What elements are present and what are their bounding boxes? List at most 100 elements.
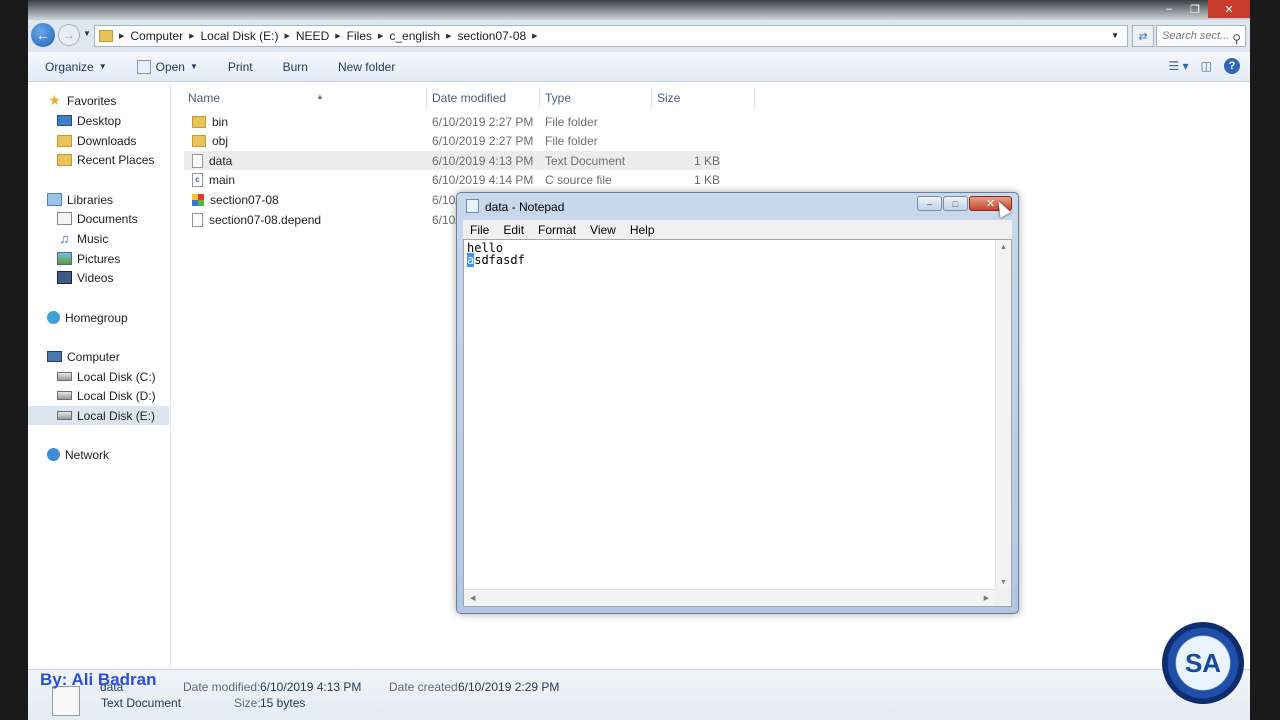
chevron-right-icon[interactable]: ▶ <box>335 32 340 40</box>
scroll-down-icon[interactable]: ▼ <box>1000 579 1007 586</box>
details-date-modified-label: Date modified: <box>183 680 261 694</box>
music-icon: ♫ <box>59 231 70 246</box>
organize-label: Organize <box>45 59 94 74</box>
nav-recent-places[interactable]: Recent Places <box>28 150 169 169</box>
new-folder-button[interactable]: New folder <box>338 60 395 74</box>
breadcrumb-computer[interactable]: Computer <box>130 29 183 43</box>
vertical-scrollbar[interactable]: ▲ ▼ <box>995 240 1011 590</box>
table-row[interactable]: bin 6/10/2019 2:27 PM File folder <box>184 112 720 131</box>
nav-libraries[interactable]: Libraries <box>28 190 169 209</box>
nav-homegroup[interactable]: Homegroup <box>28 308 169 327</box>
notepad-text-area[interactable]: hello asdfasdf ▲ ▼ ◀ ▶ <box>463 239 1012 607</box>
nav-local-disk-e[interactable]: Local Disk (E:) <box>28 406 169 425</box>
column-divider[interactable] <box>539 87 540 109</box>
chevron-right-icon[interactable]: ▶ <box>189 32 194 40</box>
column-header-date[interactable]: Date modified <box>432 87 542 109</box>
menu-help[interactable]: Help <box>630 223 655 237</box>
chevron-right-icon[interactable]: ▶ <box>378 32 383 40</box>
chevron-right-icon[interactable]: ▶ <box>446 32 451 40</box>
file-date: 6/10/ <box>432 212 459 227</box>
column-header-size[interactable]: Size <box>657 87 717 109</box>
minimize-icon[interactable]: – <box>1156 0 1182 18</box>
column-divider[interactable] <box>426 87 427 109</box>
details-date-created: 6/10/2019 2:29 PM <box>458 680 560 694</box>
forward-arrow-icon[interactable]: → <box>58 24 80 46</box>
breadcrumb-need[interactable]: NEED <box>296 29 329 43</box>
preview-pane-icon[interactable]: ◫ <box>1201 59 1212 73</box>
history-dropdown-icon[interactable]: ▼ <box>83 29 91 38</box>
open-button[interactable]: Open ▼ <box>136 59 198 74</box>
nav-local-disk-c[interactable]: Local Disk (C:) <box>28 367 169 386</box>
menu-format[interactable]: Format <box>538 223 576 237</box>
table-row[interactable]: data 6/10/2019 4:13 PM Text Document 1 K… <box>184 151 720 170</box>
file-name-cell: obj <box>192 134 228 148</box>
nav-label: Videos <box>77 270 114 285</box>
folder-icon <box>192 115 206 128</box>
chevron-down-icon: ▼ <box>98 62 107 71</box>
menu-edit[interactable]: Edit <box>503 223 524 237</box>
scroll-up-icon[interactable]: ▲ <box>1000 244 1007 251</box>
address-bar[interactable]: ▶ Computer ▶ Local Disk (E:) ▶ NEED ▶ Fi… <box>94 25 1128 47</box>
nav-music[interactable]: ♫ Music <box>28 229 169 248</box>
nav-documents[interactable]: Documents <box>28 209 169 228</box>
nav-label: Network <box>65 447 110 462</box>
help-icon[interactable]: ? <box>1224 58 1240 74</box>
minimize-icon[interactable]: – <box>917 196 942 211</box>
column-divider[interactable] <box>651 87 652 109</box>
refresh-icon[interactable]: ⇄ <box>1132 25 1154 47</box>
burn-button[interactable]: Burn <box>283 60 308 74</box>
menu-file[interactable]: File <box>470 223 489 237</box>
search-icon[interactable]: ⚲ <box>1232 29 1241 49</box>
homegroup-icon <box>47 311 60 324</box>
breadcrumb-local-disk-e[interactable]: Local Disk (E:) <box>200 29 278 43</box>
nav-videos[interactable]: Videos <box>28 268 169 287</box>
view-options-icon[interactable]: ☰ ▾ <box>1169 59 1189 73</box>
channel-logo-icon: SA <box>1162 622 1244 704</box>
text-file-icon <box>192 153 203 168</box>
nav-pictures[interactable]: Pictures <box>28 249 169 268</box>
table-row[interactable]: c main 6/10/2019 4:14 PM C source file 1 … <box>184 170 720 189</box>
back-arrow-icon[interactable]: ← <box>31 23 55 47</box>
file-name-cell: data <box>192 153 232 168</box>
close-icon[interactable]: ✕ <box>1208 0 1250 18</box>
chevron-right-icon[interactable]: ▶ <box>285 32 290 40</box>
table-row[interactable]: obj 6/10/2019 2:27 PM File folder <box>184 131 720 150</box>
menu-view[interactable]: View <box>590 223 616 237</box>
chevron-right-icon[interactable]: ▶ <box>119 32 124 40</box>
chevron-down-icon[interactable]: ▼ <box>190 62 198 71</box>
nav-label: Desktop <box>77 113 122 128</box>
scroll-left-icon[interactable]: ◀ <box>470 594 475 602</box>
file-date: 6/10/ <box>432 192 459 207</box>
nav-favorites[interactable]: ★ Favorites <box>28 91 169 110</box>
column-header-type[interactable]: Type <box>545 87 655 109</box>
notepad-content[interactable]: hello asdfasdf <box>467 242 525 267</box>
nav-local-disk-d[interactable]: Local Disk (D:) <box>28 386 169 405</box>
organize-button[interactable]: Organize ▼ <box>45 60 107 74</box>
nav-label: Computer <box>67 349 120 364</box>
explorer-titlebar[interactable]: – ❐ ✕ <box>28 0 1250 20</box>
nav-computer[interactable]: Computer <box>28 347 169 366</box>
file-name-cell: bin <box>192 115 228 129</box>
restore-icon[interactable]: ❐ <box>1182 0 1208 18</box>
nav-downloads[interactable]: Downloads <box>28 131 169 150</box>
search-input[interactable]: Search sect... ⚲ <box>1156 25 1246 47</box>
folder-icon <box>192 134 206 147</box>
scroll-right-icon[interactable]: ▶ <box>984 594 989 602</box>
nav-desktop[interactable]: Desktop <box>28 111 169 130</box>
column-header-name[interactable]: Name ▲ <box>188 87 428 109</box>
nav-network[interactable]: Network <box>28 445 169 464</box>
nav-label: Documents <box>77 211 138 226</box>
notepad-icon <box>466 199 479 213</box>
address-dropdown-icon[interactable]: ▼ <box>1111 31 1119 40</box>
chevron-right-icon[interactable]: ▶ <box>532 32 537 40</box>
breadcrumb-files[interactable]: Files <box>347 29 372 43</box>
horizontal-scrollbar[interactable]: ◀ ▶ <box>464 589 995 606</box>
print-button[interactable]: Print <box>228 60 253 74</box>
breadcrumb-section[interactable]: section07-08 <box>457 29 526 43</box>
text-line-2: sdfasdf <box>474 253 525 267</box>
file-name: section07-08 <box>210 192 279 207</box>
column-label: Date modified <box>432 91 507 105</box>
maximize-icon[interactable]: □ <box>943 196 968 211</box>
breadcrumb-c-english[interactable]: c_english <box>389 29 440 43</box>
column-divider[interactable] <box>754 87 755 109</box>
